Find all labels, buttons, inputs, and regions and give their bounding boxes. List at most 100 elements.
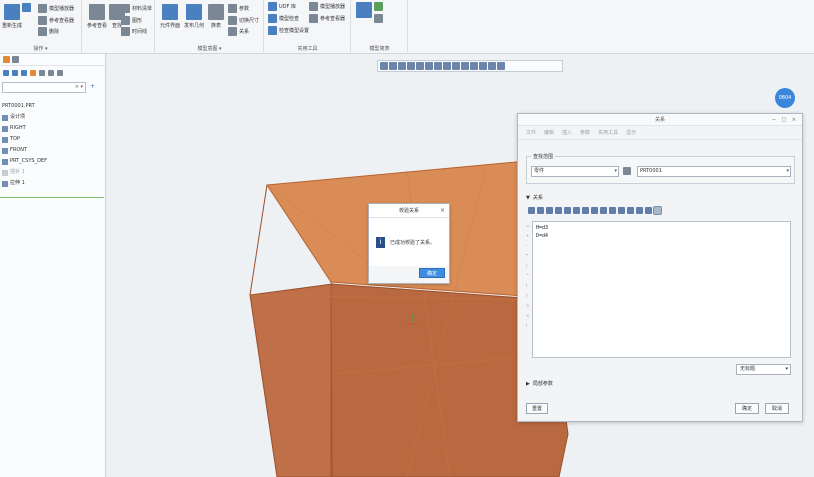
add-button[interactable] [356, 2, 372, 18]
switch-dims-button[interactable]: 切换尺寸 [228, 16, 259, 25]
menu-insert[interactable]: 插入 [562, 129, 572, 136]
tree-item-design-items[interactable]: 设计项 [2, 112, 105, 123]
menu-edit[interactable]: 编辑 [544, 129, 554, 136]
units-icon[interactable] [645, 207, 652, 214]
lookup-scope-group: 查找范围 零件 ▾ PRT0001 ▾ [526, 153, 795, 184]
sort-icon[interactable] [609, 207, 616, 214]
tree-settings-icon[interactable] [3, 70, 9, 76]
scope-type-select[interactable]: 零件 ▾ [531, 166, 619, 177]
publish-geometry-button[interactable]: 发布几何 [184, 4, 204, 29]
select-arrow-icon[interactable] [623, 167, 631, 175]
udf-button[interactable]: UDF 库 [268, 2, 296, 11]
verify-icon[interactable] [653, 206, 662, 215]
cancel-button[interactable]: 取消 [765, 403, 789, 414]
tree-highlight-icon[interactable] [30, 70, 36, 76]
tree-filter-icon[interactable] [12, 70, 18, 76]
share-button[interactable] [374, 14, 383, 23]
bom-button[interactable]: 材料清单 [121, 4, 152, 13]
graphics-viewport[interactable]: 0804 校验关系 × i 已成功校验了关系。 确定 关系 − □ × 文件 编… [107, 54, 814, 477]
model-check-settings-button[interactable]: 检查模型设置 [268, 26, 309, 35]
tree-filter-row: × ▾ + [0, 80, 105, 93]
dialog-title: 校验关系 × [369, 204, 449, 218]
insert-ref-icon[interactable] [627, 207, 634, 214]
publish-rep-button[interactable] [374, 2, 383, 11]
insert-param-icon[interactable] [600, 207, 607, 214]
relations-menu-bar: 文件 编辑 插入 参数 实用工具 显示 [518, 126, 802, 140]
function-icon[interactable] [618, 207, 625, 214]
redo-icon[interactable] [537, 207, 544, 214]
folder-tab-icon[interactable] [12, 56, 19, 63]
tree-search-input[interactable]: × ▾ [2, 82, 86, 93]
menu-params[interactable]: 参数 [580, 129, 590, 136]
ribbon-group-title: 模型意图 ▾ [197, 46, 222, 52]
graph-button[interactable]: 图形 [121, 16, 142, 25]
model-player-2-button[interactable]: 模型播放器 [309, 2, 345, 11]
tree-search-icon[interactable] [57, 70, 63, 76]
graph-icon [121, 16, 130, 25]
model-check-button[interactable]: 模型检查 [268, 14, 299, 23]
ok-button[interactable]: 确定 [735, 403, 759, 414]
evaluate-icon[interactable] [636, 207, 643, 214]
verify-relations-dialog: 校验关系 × i 已成功校验了关系。 确定 [368, 203, 450, 284]
dialog-message: 已成功校验了关系。 [390, 239, 436, 246]
tree-item-front-plane[interactable]: FRONT [2, 145, 105, 156]
params-button[interactable]: 参数 [228, 4, 249, 13]
menu-utilities[interactable]: 实用工具 [598, 129, 618, 136]
ribbon-group-title: 实用工具 [297, 46, 318, 52]
ribbon-group-simplified: 模型简表 [352, 0, 408, 54]
undo-icon[interactable] [528, 207, 535, 214]
regen-button[interactable]: 重新生成 [2, 4, 22, 29]
publish-rep-icon [374, 2, 383, 11]
paste-icon [38, 16, 47, 25]
relations-section-header[interactable]: ▼ 关系 [526, 194, 543, 202]
window-controls[interactable]: − □ × [772, 114, 798, 126]
delete-icon[interactable] [573, 207, 580, 214]
menu-file[interactable]: 文件 [526, 129, 536, 136]
triangle-down-icon: ▼ [526, 194, 530, 201]
relations-button[interactable]: 关系 [228, 27, 249, 36]
add-column-icon[interactable]: + [90, 83, 95, 90]
plus-icon [356, 2, 372, 18]
ref-view-button[interactable]: 参考查看 [87, 4, 107, 29]
tree-item-top-plane[interactable]: TOP [2, 134, 105, 145]
close-icon[interactable]: × [440, 204, 445, 218]
tree-item-part[interactable]: PRT0001.PRT [2, 101, 105, 112]
scope-object-select[interactable]: PRT0001 ▾ [637, 166, 791, 177]
paste-button[interactable]: 参考查看器 [38, 16, 74, 25]
tree-item-right-plane[interactable]: RIGHT [2, 123, 105, 134]
relations-editor[interactable]: H=d3 D=d4 [532, 221, 791, 358]
paste-icon[interactable] [564, 207, 571, 214]
relations-icon [228, 27, 237, 36]
timeline-button[interactable]: 时间线 [121, 27, 147, 36]
switch-dims-icon[interactable] [582, 207, 589, 214]
ok-button[interactable]: 确定 [419, 268, 445, 278]
tree-collapse-icon[interactable] [48, 70, 54, 76]
tree-expand-icon[interactable] [39, 70, 45, 76]
ref-viewer-2-button[interactable]: 参考查看器 [309, 14, 345, 23]
units-select[interactable]: 无标题 ▾ [736, 364, 791, 375]
component-interface-button[interactable]: 元件界面 [160, 4, 180, 29]
model-player-button[interactable] [22, 3, 31, 12]
family-table-button[interactable]: 族表 [208, 4, 224, 29]
local-params-toggle[interactable]: ▶ 局部参数 [526, 380, 553, 388]
insert-marker [0, 197, 104, 198]
copy-icon[interactable] [555, 207, 562, 214]
share-icon [374, 14, 383, 23]
ribbon-group-ref: 参考查看 查找 材料清单 图形 时间线 [83, 0, 155, 54]
tree-columns-icon[interactable] [21, 70, 27, 76]
model-tree-tab-icon[interactable] [3, 56, 10, 63]
menu-show[interactable]: 显示 [626, 129, 636, 136]
tree-item-extrude[interactable]: 拉伸 1 [2, 178, 105, 189]
ribbon: 重新生成 模型播放器 参考查看器 删除 操作 ▾ 参考查看 查找 材料清单 图形… [0, 0, 814, 54]
copy-button[interactable]: 模型播放器 [38, 4, 74, 13]
reset-button[interactable]: 重置 [526, 403, 548, 414]
notification-badge[interactable]: 0804 [775, 88, 795, 108]
chevron-down-icon: ▾ [785, 366, 788, 372]
tree-item-csys[interactable]: PRT_CSYS_DEF [2, 156, 105, 167]
table-icon [208, 4, 224, 20]
cut-icon[interactable] [546, 207, 553, 214]
delete-button[interactable]: 删除 [38, 27, 59, 36]
tree-item-insert[interactable]: 插补 1 [2, 167, 105, 178]
highlight-icon[interactable] [591, 207, 598, 214]
relation-line: H=d3 [536, 225, 549, 231]
